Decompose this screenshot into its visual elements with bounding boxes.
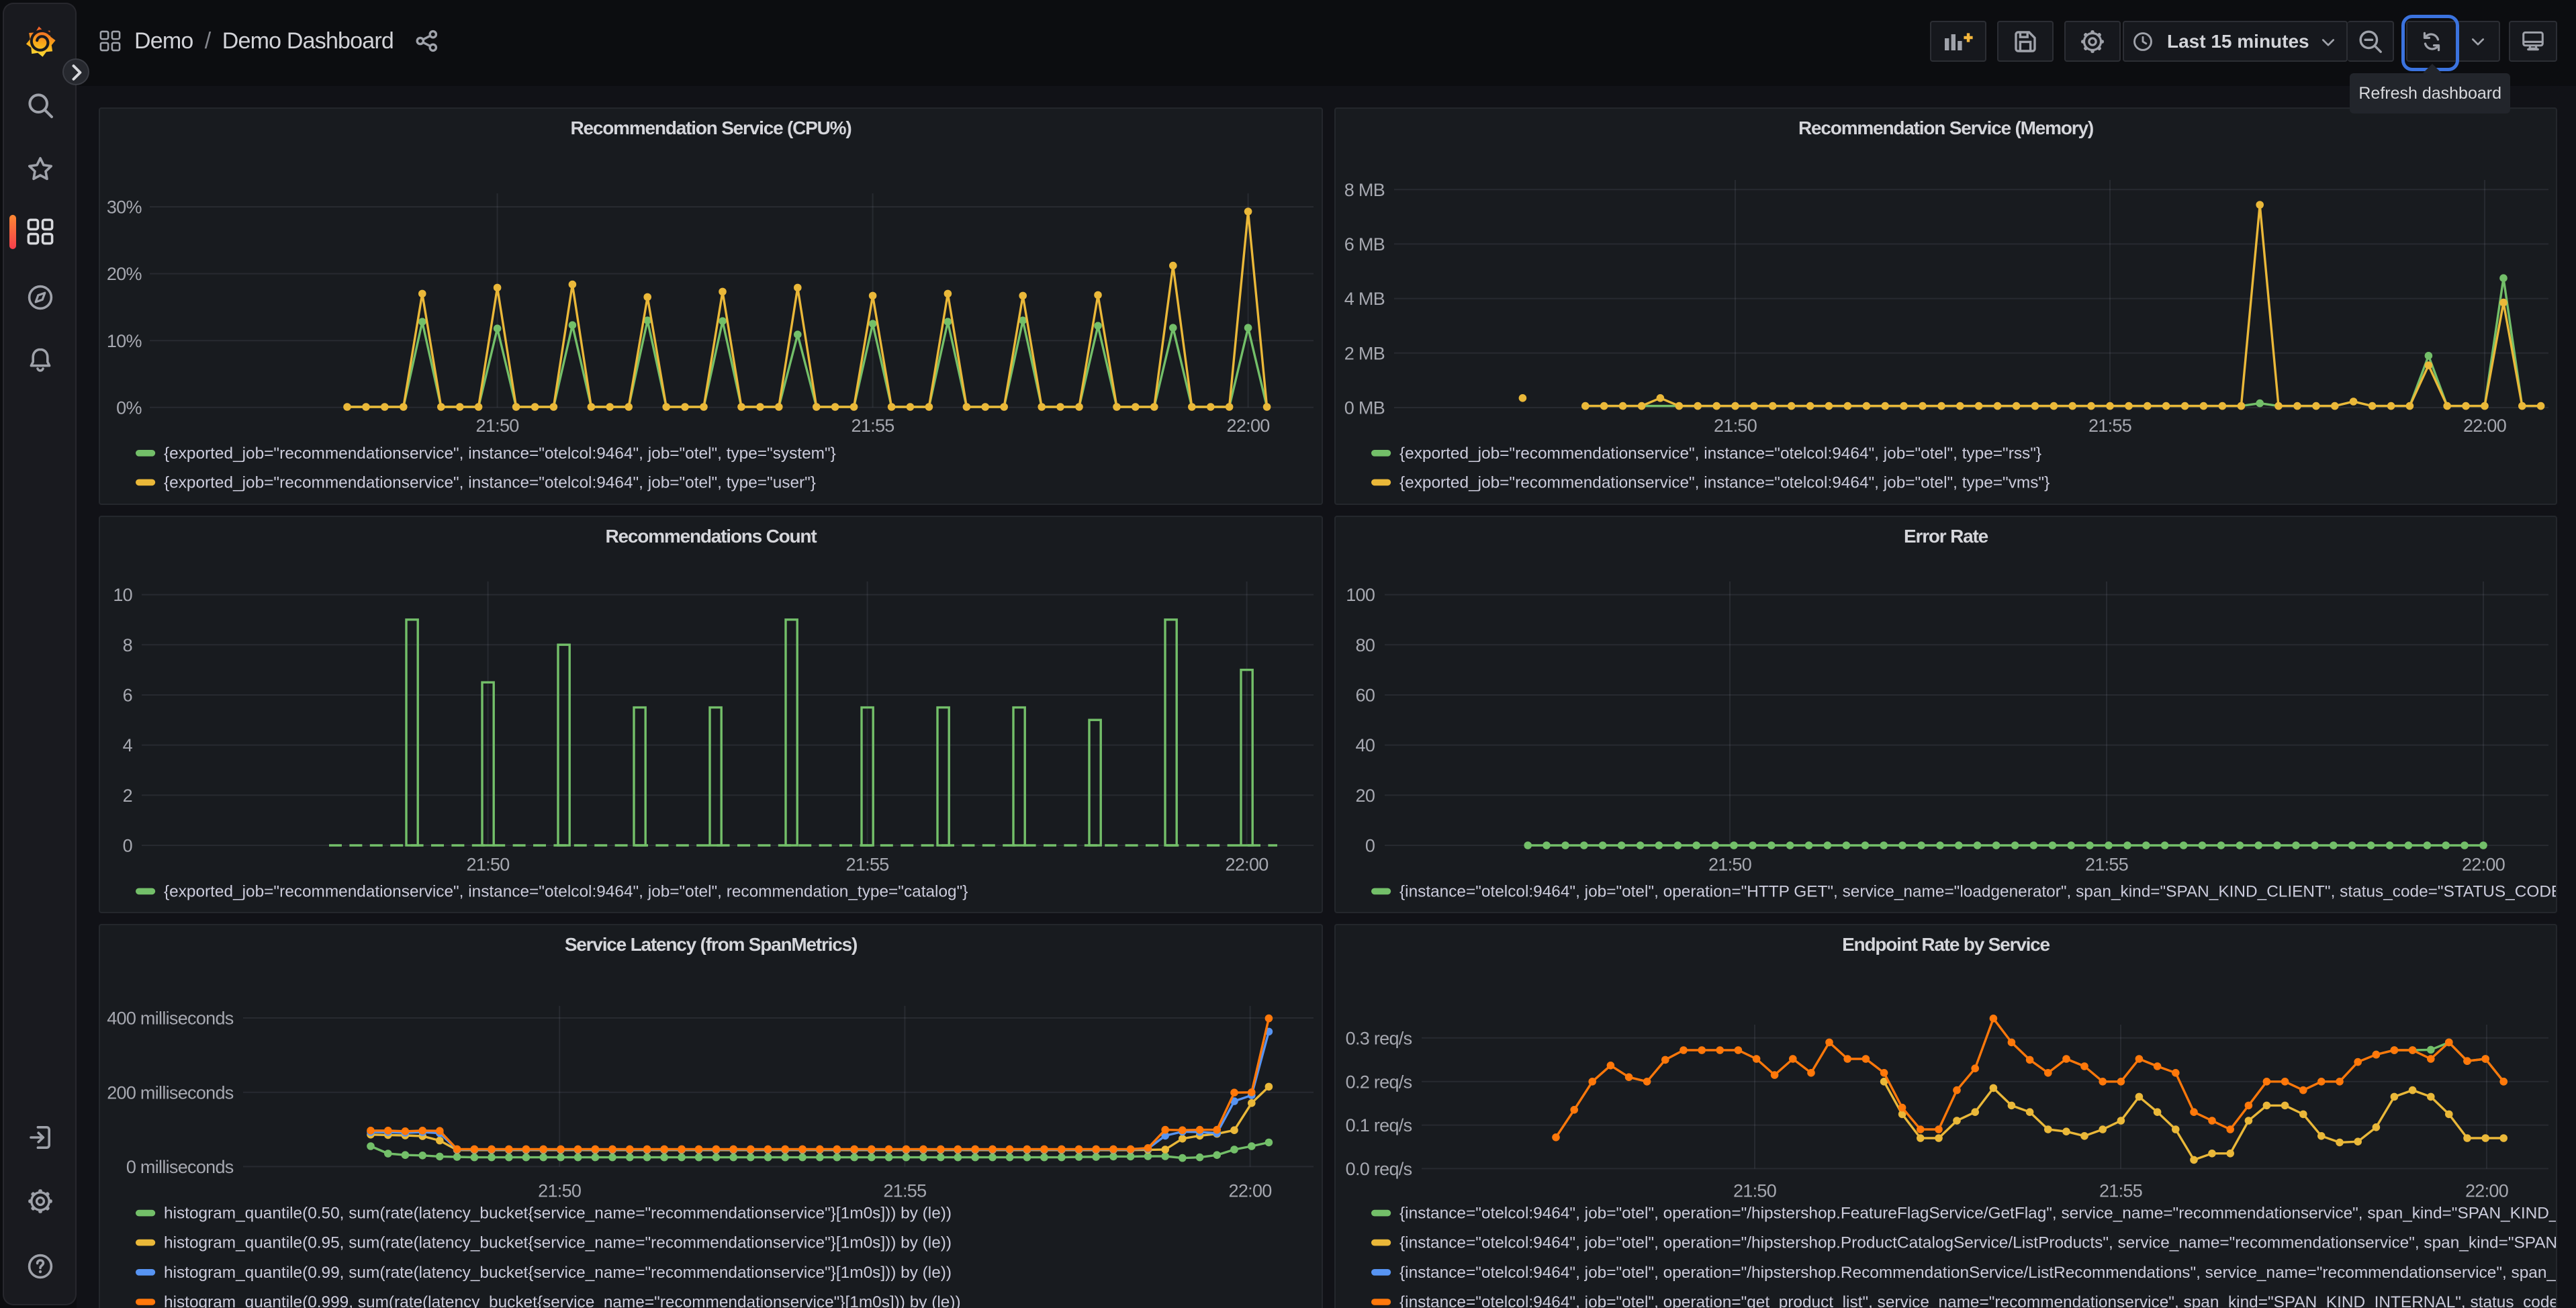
svg-text:22:00: 22:00: [1229, 1181, 1272, 1201]
svg-text:histogram_quantile(0.50, sum(r: histogram_quantile(0.50, sum(rate(latenc…: [164, 1205, 952, 1223]
svg-text:21:55: 21:55: [2088, 416, 2131, 436]
svg-text:80: 80: [1356, 635, 1375, 655]
svg-text:{instance="otelcol:9464", job=: {instance="otelcol:9464", job="otel", op…: [1399, 882, 2557, 900]
svg-text:{exported_job="recommendations: {exported_job="recommendationservice", i…: [164, 473, 816, 492]
svg-text:22:00: 22:00: [2465, 1181, 2508, 1201]
svg-text:21:55: 21:55: [846, 855, 889, 875]
svg-text:10: 10: [113, 585, 132, 605]
svg-text:8 MB: 8 MB: [1344, 180, 1385, 200]
svg-text:30%: 30%: [107, 197, 142, 218]
svg-text:0: 0: [1365, 836, 1375, 856]
svg-text:200 milliseconds: 200 milliseconds: [107, 1082, 234, 1103]
svg-text:6: 6: [123, 686, 132, 706]
svg-text:21:55: 21:55: [2085, 855, 2128, 875]
svg-text:21:55: 21:55: [2099, 1181, 2142, 1201]
svg-text:20%: 20%: [107, 264, 142, 284]
svg-text:0%: 0%: [116, 398, 142, 418]
svg-text:21:55: 21:55: [883, 1181, 926, 1201]
svg-text:{instance="otelcol:9464", job=: {instance="otelcol:9464", job="otel", op…: [1399, 1293, 2557, 1308]
svg-text:{instance="otelcol:9464", job=: {instance="otelcol:9464", job="otel", op…: [1399, 1205, 2557, 1223]
svg-text:histogram_quantile(0.999, sum(: histogram_quantile(0.999, sum(rate(laten…: [164, 1293, 961, 1308]
svg-text:10%: 10%: [107, 331, 142, 351]
svg-text:{exported_job="recommendations: {exported_job="recommendationservice", i…: [164, 445, 836, 463]
svg-text:22:00: 22:00: [2463, 416, 2506, 436]
svg-text:8: 8: [123, 635, 132, 655]
svg-text:21:50: 21:50: [467, 855, 510, 875]
svg-text:0.0 req/s: 0.0 req/s: [1346, 1159, 1412, 1179]
svg-text:21:55: 21:55: [852, 416, 894, 436]
svg-text:22:00: 22:00: [1226, 855, 1269, 875]
svg-text:400 milliseconds: 400 milliseconds: [107, 1009, 234, 1029]
svg-text:21:50: 21:50: [1733, 1181, 1776, 1201]
svg-text:{instance="otelcol:9464", job=: {instance="otelcol:9464", job="otel", op…: [1399, 1234, 2557, 1252]
svg-text:40: 40: [1356, 735, 1375, 755]
svg-text:6 MB: 6 MB: [1344, 234, 1385, 254]
svg-text:21:50: 21:50: [1708, 855, 1751, 875]
svg-text:0.3 req/s: 0.3 req/s: [1346, 1028, 1412, 1048]
svg-text:21:50: 21:50: [1714, 416, 1757, 436]
svg-text:0 milliseconds: 0 milliseconds: [126, 1157, 234, 1177]
svg-text:22:00: 22:00: [1227, 416, 1270, 436]
svg-text:21:50: 21:50: [538, 1181, 581, 1201]
svg-text:60: 60: [1356, 686, 1375, 706]
svg-text:20: 20: [1356, 786, 1375, 806]
svg-text:22:00: 22:00: [2462, 855, 2505, 875]
svg-text:histogram_quantile(0.95, sum(r: histogram_quantile(0.95, sum(rate(latenc…: [164, 1234, 952, 1252]
svg-text:{instance="otelcol:9464", job=: {instance="otelcol:9464", job="otel", op…: [1399, 1264, 2557, 1282]
svg-text:0.2 req/s: 0.2 req/s: [1346, 1072, 1412, 1092]
svg-text:0 MB: 0 MB: [1344, 398, 1385, 418]
svg-text:{exported_job="recommendations: {exported_job="recommendationservice", i…: [1399, 473, 2050, 492]
svg-text:2: 2: [123, 786, 132, 806]
svg-text:{exported_job="recommendations: {exported_job="recommendationservice", i…: [1399, 445, 2041, 463]
svg-text:4 MB: 4 MB: [1344, 289, 1385, 309]
svg-text:21:50: 21:50: [476, 416, 519, 436]
svg-text:{exported_job="recommendations: {exported_job="recommendationservice", i…: [164, 882, 968, 900]
svg-text:4: 4: [123, 735, 133, 755]
svg-text:2 MB: 2 MB: [1344, 343, 1385, 363]
svg-text:0: 0: [123, 836, 132, 856]
svg-text:histogram_quantile(0.99, sum(r: histogram_quantile(0.99, sum(rate(latenc…: [164, 1264, 952, 1282]
svg-text:100: 100: [1346, 585, 1375, 605]
svg-text:0.1 req/s: 0.1 req/s: [1346, 1115, 1412, 1135]
